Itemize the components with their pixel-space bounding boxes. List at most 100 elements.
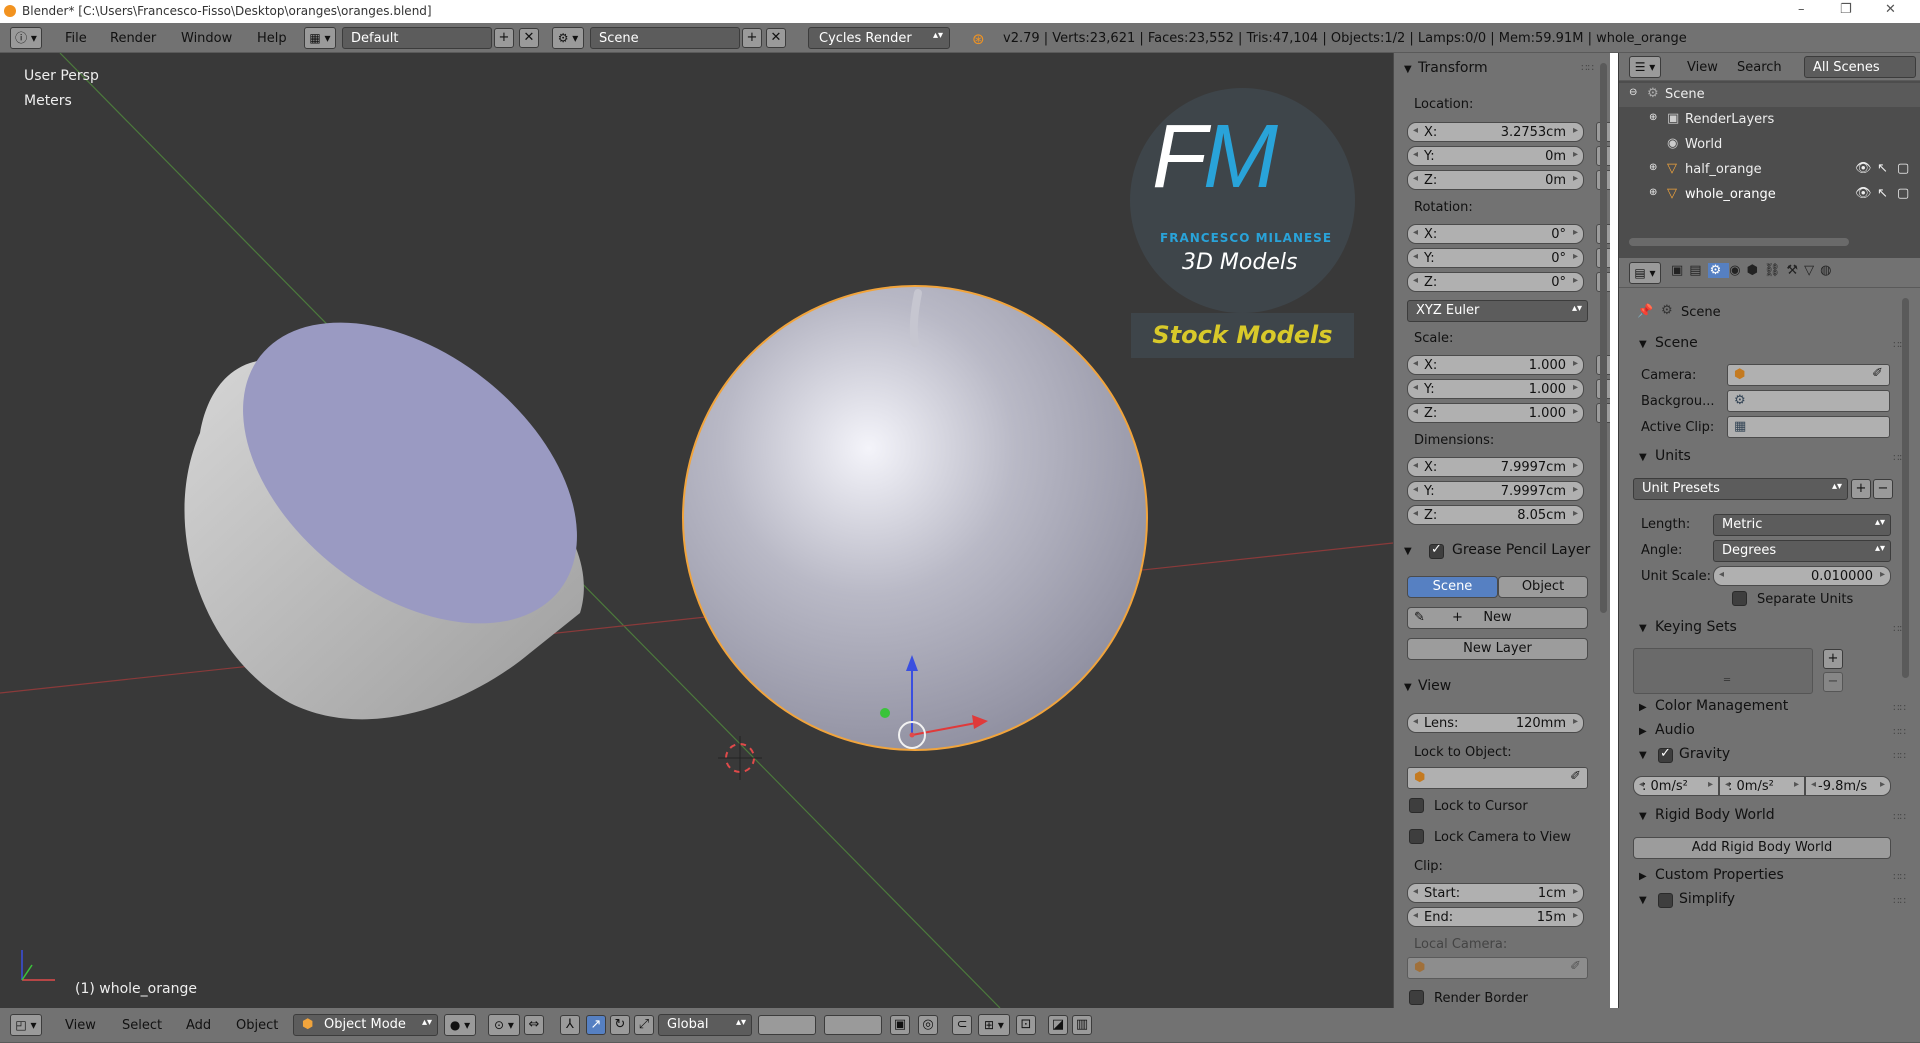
interaction-mode-select[interactable]: ⬢ Object Mode ▴▾ (293, 1014, 438, 1036)
expand-icon[interactable]: ⊕ (1649, 162, 1657, 173)
outliner-row-renderlayers[interactable]: ⊕ ▣ RenderLayers (1619, 108, 1920, 132)
unit-presets-select[interactable]: Unit Presets ▴▾ (1633, 478, 1848, 500)
lens-field[interactable]: ◂ Lens: 120mm ▸ (1407, 713, 1584, 733)
screen-layout-field[interactable]: Default (342, 27, 492, 49)
lock-camera-to-view-checkbox[interactable] (1409, 829, 1424, 844)
snap-element-icon[interactable]: ⊞ ▾ (978, 1014, 1010, 1036)
render-camera-icon[interactable]: ▢ (1897, 161, 1909, 176)
properties-context-tabs[interactable]: ▣▤ ⚙ ◉⬢⛓⚒▽◍ (1671, 263, 1919, 283)
rotation-y-field[interactable]: ◂ Y: 0° ▸ (1407, 248, 1584, 268)
outliner-menu-search[interactable]: Search (1737, 60, 1782, 75)
select-arrow-icon[interactable]: ↖ (1877, 161, 1888, 176)
angle-select[interactable]: Degrees ▴▾ (1713, 540, 1891, 562)
maximize-button[interactable]: ❐ (1840, 2, 1852, 17)
transform-panel-header[interactable]: ▼ Transform (1404, 60, 1488, 76)
keying-sets-panel-header[interactable]: ▼ Keying Sets (1639, 619, 1737, 635)
opengl-render-animation-icon[interactable]: ▥ (1072, 1015, 1092, 1035)
add-layout-icon[interactable]: + (494, 28, 514, 48)
collapse-icon[interactable]: ⊖ (1629, 87, 1637, 98)
view-panel-header[interactable]: ▼ View (1404, 678, 1451, 694)
scene-panel-header[interactable]: ▼ Scene (1639, 335, 1698, 351)
rotation-x-field[interactable]: ◂ X: 0° ▸ (1407, 224, 1584, 244)
menu-select[interactable]: Select (122, 1018, 162, 1033)
translate-manipulator-icon[interactable]: ↗ (586, 1015, 606, 1035)
location-x-field[interactable]: ◂ X: 3.2753cm ▸ (1407, 122, 1584, 142)
render-border-checkbox[interactable] (1409, 990, 1424, 1005)
lock-to-object-field[interactable]: ⬢ ✐ (1407, 767, 1588, 789)
visibility-eye-icon[interactable]: 👁 (1855, 161, 1872, 176)
n-panel[interactable]: ▼ Transform ∷∷ Location: ◂ X: 3.2753cm ▸ ◂ Y:… (1393, 53, 1610, 1008)
audio-panel-header[interactable]: ▶ Audio (1639, 722, 1695, 738)
list-resize-handle-icon[interactable]: ═ (1724, 675, 1730, 686)
dimensions-z-field[interactable]: ◂ Z: 8.05cm ▸ (1407, 505, 1584, 525)
gravity-x-field[interactable]: ◂: 0m/s² ▸ (1633, 776, 1719, 796)
outliner-filter-select[interactable]: All Scenes (1804, 56, 1916, 78)
remove-preset-icon[interactable]: − (1873, 479, 1893, 499)
rigid-body-panel-header[interactable]: ▼ Rigid Body World (1639, 807, 1775, 823)
outliner-row-world[interactable]: ◉ World (1619, 133, 1920, 157)
custom-properties-panel-header[interactable]: ▶ Custom Properties (1639, 867, 1784, 883)
units-panel-header[interactable]: ▼ Units (1639, 448, 1691, 464)
transform-orientation-select[interactable]: Global ▴▾ (658, 1014, 752, 1036)
3d-viewport[interactable]: User Persp Meters (1) whole_orange FM FR… (0, 53, 1393, 1008)
add-rigid-body-world-button[interactable]: Add Rigid Body World (1633, 837, 1891, 859)
properties-editor[interactable]: ▤ ▾ ▣▤ ⚙ ◉⬢⛓⚒▽◍ 📌 ⚙ Scene ▼ Scene ∷∷ Camera… (1618, 258, 1920, 1008)
gravity-y-field[interactable]: ◂: 0m/s² ▸ (1719, 776, 1805, 796)
remove-layout-icon[interactable]: ✕ (519, 28, 539, 48)
gravity-z-field[interactable]: ◂ -9.8m/s ▸ (1805, 776, 1891, 796)
add-preset-icon[interactable]: + (1851, 479, 1871, 499)
active-clip-field[interactable]: ▦ (1727, 416, 1890, 438)
pin-icon[interactable]: 📌 (1637, 304, 1653, 319)
lock-layers-icon[interactable]: ▣ (890, 1015, 910, 1035)
properties-editor-type-icon[interactable]: ▤ ▾ (1629, 262, 1661, 284)
scale-z-field[interactable]: ◂ Z: 1.000 ▸ (1407, 403, 1584, 423)
manipulator-axis-icon[interactable]: ⅄ (560, 1015, 580, 1035)
background-scene-field[interactable]: ⚙ (1727, 390, 1890, 412)
outliner-row-scene[interactable]: ⊖ ⚙ Scene (1619, 83, 1920, 107)
menu-object[interactable]: Object (236, 1018, 278, 1033)
outliner-row-half-orange[interactable]: ⊕ ▽ half_orange 👁 ↖ ▢ (1619, 158, 1920, 182)
grease-pencil-checkbox[interactable] (1429, 542, 1444, 559)
expand-icon[interactable]: ⊕ (1649, 112, 1657, 123)
camera-field[interactable]: ⬢ ✐ (1727, 364, 1890, 386)
snap-toggle-icon[interactable]: ⊂ (952, 1015, 972, 1035)
menu-file[interactable]: File (65, 31, 87, 46)
menu-add[interactable]: Add (186, 1018, 211, 1033)
color-management-panel-header[interactable]: ▶ Color Management (1639, 698, 1788, 714)
eyedropper-icon[interactable]: ✐ (1872, 366, 1883, 381)
visibility-eye-icon[interactable]: 👁 (1855, 186, 1872, 201)
outliner-h-scrollbar[interactable] (1629, 238, 1849, 246)
remove-scene-icon[interactable]: ✕ (766, 28, 786, 48)
manipulator-toggle-icon[interactable]: ⇔ (524, 1015, 544, 1035)
properties-scrollbar[interactable] (1902, 298, 1909, 678)
opengl-render-image-icon[interactable]: ◪ (1048, 1015, 1068, 1035)
lock-to-cursor-checkbox[interactable] (1409, 798, 1424, 813)
outliner-row-whole-orange[interactable]: ⊕ ▽ whole_orange 👁 ↖ ▢ (1619, 183, 1920, 207)
layer-buttons-group-1[interactable] (758, 1015, 816, 1035)
length-select[interactable]: Metric ▴▾ (1713, 514, 1891, 536)
proportional-editing-icon[interactable]: ◎ (918, 1015, 938, 1035)
outliner[interactable]: ☰ ▾ View Search All Scenes ⊖ ⚙ Scene ⊕ ▣… (1618, 53, 1920, 258)
unit-scale-field[interactable]: ◂ 0.010000 ▸ (1713, 566, 1891, 586)
outliner-editor-type-icon[interactable]: ☰ ▾ (1629, 56, 1661, 78)
snap-target-icon[interactable]: ⊡ (1016, 1015, 1036, 1035)
simplify-checkbox[interactable] (1658, 893, 1673, 908)
menu-window[interactable]: Window (181, 31, 232, 46)
minimize-button[interactable]: – (1798, 2, 1805, 17)
dimensions-x-field[interactable]: ◂ X: 7.9997cm ▸ (1407, 457, 1584, 477)
render-camera-icon[interactable]: ▢ (1897, 186, 1909, 201)
close-button[interactable]: ✕ (1885, 2, 1896, 17)
grease-pencil-panel-header[interactable]: ▼ (1404, 542, 1418, 558)
scale-x-field[interactable]: ◂ X: 1.000 ▸ (1407, 355, 1584, 375)
dimensions-y-field[interactable]: ◂ Y: 7.9997cm ▸ (1407, 481, 1584, 501)
gp-object-tab[interactable]: Object (1498, 576, 1588, 598)
gp-new-layer-button[interactable]: New Layer (1407, 638, 1588, 660)
menu-render[interactable]: Render (110, 31, 156, 46)
npanel-scrollbar[interactable] (1600, 63, 1607, 613)
location-z-field[interactable]: ◂ Z: 0m ▸ (1407, 170, 1584, 190)
expand-icon[interactable]: ⊕ (1649, 187, 1657, 198)
menu-view[interactable]: View (65, 1018, 96, 1033)
scale-manipulator-icon[interactable]: ⤢ (634, 1015, 654, 1035)
editor-type-info-icon[interactable]: ⓘ ▾ (10, 27, 42, 49)
simplify-panel-header[interactable]: ▼ (1639, 891, 1655, 907)
